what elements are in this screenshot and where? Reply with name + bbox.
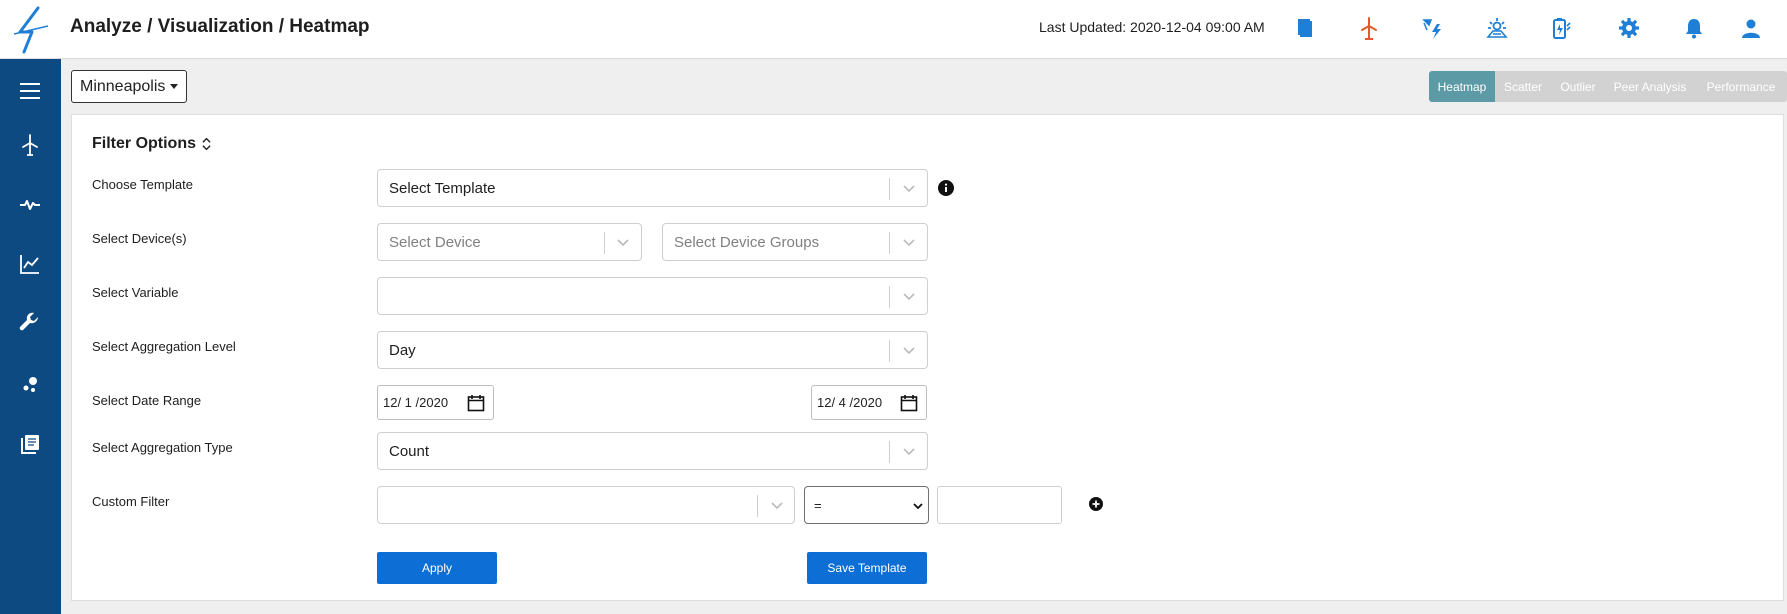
select-devices-label: Select Device(s) <box>92 231 187 246</box>
aggregation-level-value: Day <box>389 342 416 359</box>
custom-filter-label: Custom Filter <box>92 494 170 509</box>
top-bar: Analyze / Visualization / Heatmap Last U… <box>0 0 1787 59</box>
aggregation-type-select[interactable]: Count <box>377 432 928 470</box>
chevron-down-icon <box>903 448 915 456</box>
operator-value: = <box>814 497 822 513</box>
aggregation-type-label: Select Aggregation Type <box>92 440 233 455</box>
tab-peer-analysis[interactable]: Peer Analysis <box>1605 71 1695 102</box>
scatter-icon[interactable] <box>15 370 45 400</box>
start-date-input[interactable]: 12/ 1 /2020 <box>377 385 494 420</box>
select-separator <box>757 495 758 517</box>
sidebar <box>0 59 61 614</box>
start-date-value: 12/ 1 /2020 <box>383 395 449 410</box>
calendar-icon[interactable] <box>900 394 918 412</box>
breadcrumb: Analyze / Visualization / Heatmap <box>70 16 370 37</box>
caret-down-icon <box>170 84 179 89</box>
user-icon[interactable] <box>1738 14 1764 42</box>
aggregation-level-label: Select Aggregation Level <box>92 339 236 354</box>
tab-performance[interactable]: Performance <box>1695 71 1787 102</box>
wrench-icon[interactable] <box>15 309 45 339</box>
chevron-down-icon <box>903 239 915 247</box>
chevron-down-icon <box>617 239 629 247</box>
custom-filter-value-input[interactable] <box>937 486 1062 524</box>
select-separator <box>889 441 890 463</box>
device-groups-select-value: Select Device Groups <box>674 234 820 251</box>
settings-icon[interactable] <box>1616 14 1642 42</box>
template-select[interactable]: Select Template <box>377 169 928 207</box>
end-date-value: 12/ 4 /2020 <box>817 395 883 410</box>
pulse-icon[interactable] <box>15 190 45 220</box>
variable-select[interactable] <box>377 277 928 315</box>
collapse-chevron-icon[interactable] <box>202 137 211 151</box>
aggregation-type-value: Count <box>389 443 430 460</box>
device-groups-select[interactable]: Select Device Groups <box>662 223 928 261</box>
device-select[interactable]: Select Device <box>377 223 642 261</box>
filter-title-text: Filter Options <box>92 135 196 152</box>
wind-turbine-icon[interactable] <box>1356 14 1382 42</box>
aggregation-level-select[interactable]: Day <box>377 331 928 369</box>
tab-outlier[interactable]: Outlier <box>1551 71 1605 102</box>
template-select-value: Select Template <box>389 180 496 197</box>
select-separator <box>889 286 890 308</box>
custom-filter-field-select[interactable] <box>377 486 795 524</box>
chevron-down-icon <box>903 185 915 193</box>
chevron-down-icon <box>903 293 915 301</box>
info-icon[interactable] <box>938 180 954 196</box>
save-template-button[interactable]: Save Template <box>807 552 927 584</box>
sidebar-wind-turbine-icon[interactable] <box>15 130 45 160</box>
chevron-down-icon <box>913 503 923 510</box>
tab-heatmap[interactable]: Heatmap <box>1429 71 1495 102</box>
bell-icon[interactable] <box>1681 14 1707 42</box>
select-separator <box>889 232 890 254</box>
chart-icon[interactable] <box>15 249 45 279</box>
location-dropdown[interactable]: Minneapolis <box>71 70 187 103</box>
choose-template-label: Choose Template <box>92 177 193 192</box>
battery-icon[interactable] <box>1548 14 1574 42</box>
add-filter-icon[interactable] <box>1089 497 1103 511</box>
select-separator <box>889 178 890 200</box>
end-date-input[interactable]: 12/ 4 /2020 <box>811 385 927 420</box>
chevron-down-icon <box>903 347 915 355</box>
solar-icon[interactable] <box>1484 14 1510 42</box>
operator-select[interactable]: = <box>804 486 929 524</box>
app-logo-icon[interactable] <box>8 6 54 54</box>
apply-button[interactable]: Apply <box>377 552 497 584</box>
select-separator <box>604 232 605 254</box>
select-separator <box>889 340 890 362</box>
view-tabs: Heatmap Scatter Outlier Peer Analysis Pe… <box>1429 71 1787 102</box>
library-icon[interactable] <box>15 429 45 459</box>
wind-power-icon[interactable] <box>1420 14 1446 42</box>
menu-icon[interactable] <box>15 76 45 106</box>
calendar-icon[interactable] <box>467 394 485 412</box>
date-range-label: Select Date Range <box>92 393 202 408</box>
tab-scatter[interactable]: Scatter <box>1495 71 1551 102</box>
book-icon[interactable] <box>1292 14 1318 42</box>
filter-options-title: Filter Options <box>92 135 211 153</box>
location-label: Minneapolis <box>80 77 166 95</box>
select-variable-label: Select Variable <box>92 285 179 300</box>
last-updated-text: Last Updated: 2020-12-04 09:00 AM <box>1039 19 1265 35</box>
device-select-value: Select Device <box>389 234 481 251</box>
chevron-down-icon <box>771 502 783 510</box>
